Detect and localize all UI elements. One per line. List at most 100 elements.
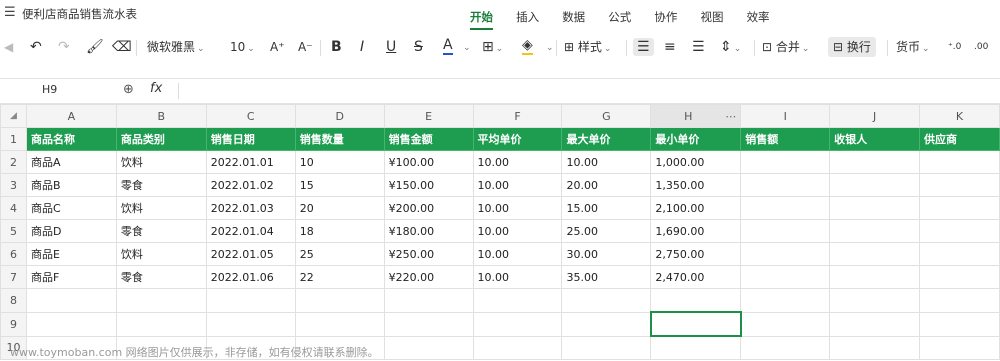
column-header-c[interactable]: C [205,104,296,128]
cell[interactable] [919,288,1000,313]
cell[interactable]: 25.00 [561,219,652,243]
wrap-text-button[interactable]: ⊟ 换行 [828,37,876,57]
cell[interactable]: 10.00 [472,265,563,289]
cell[interactable] [919,150,1000,174]
cell[interactable] [294,311,385,337]
column-header-a[interactable]: A [25,104,117,128]
tab-view[interactable]: 视图 [700,9,723,25]
cell[interactable] [919,335,1000,360]
selected-cell[interactable] [649,311,742,337]
zoom-search-icon[interactable]: ⊕ [123,82,134,97]
cell[interactable] [25,288,117,313]
column-header-j[interactable]: J [829,104,921,128]
currency-format-select[interactable]: 货币 ⌄ [896,38,930,58]
cell[interactable]: 1,350.00 [650,173,742,197]
cell[interactable] [740,196,831,220]
cell[interactable]: ¥200.00 [383,196,474,220]
tab-formula[interactable]: 公式 [608,9,631,25]
clear-format-icon[interactable]: ⌫ [112,38,132,56]
header-cell[interactable]: 销售金额 [383,127,474,151]
column-header-b[interactable]: B [115,104,207,128]
cell[interactable]: 饮料 [115,242,207,266]
cell[interactable]: ¥100.00 [383,150,474,174]
cell[interactable]: 10.00 [472,173,563,197]
align-center-icon[interactable]: ≡ [664,38,676,56]
cell[interactable] [740,242,831,266]
cell[interactable] [383,311,474,337]
cell[interactable]: 10.00 [472,150,563,174]
column-header-e[interactable]: E [383,104,474,128]
cell[interactable]: 零食 [115,173,207,197]
cell[interactable]: 22 [294,265,385,289]
cell[interactable]: 1,690.00 [650,219,742,243]
cell[interactable] [919,242,1000,266]
column-header-k[interactable]: K [919,104,1000,128]
tab-collaborate[interactable]: 协作 [654,9,677,25]
cell[interactable] [740,288,831,313]
cell[interactable] [740,219,831,243]
cell[interactable] [829,219,921,243]
italic-button[interactable]: I [360,38,364,56]
tab-start[interactable]: 开始 [470,9,493,30]
cell[interactable]: 2022.01.05 [205,242,296,266]
cell[interactable]: 2,750.00 [650,242,742,266]
header-cell[interactable]: 收银人 [829,127,921,151]
column-header-d[interactable]: D [294,104,385,128]
font-color-button[interactable]: A [443,38,453,55]
header-cell[interactable]: 商品类别 [115,127,207,151]
borders-icon[interactable]: ⊞ ⌄ [482,38,503,58]
cell[interactable] [472,311,563,337]
cell[interactable] [829,150,921,174]
cell[interactable] [829,311,921,337]
format-painter-icon[interactable]: 🖌 [86,38,104,56]
row-header[interactable]: 2 [0,150,27,174]
cell[interactable]: 2,100.00 [650,196,742,220]
cell[interactable] [740,265,831,289]
cell[interactable] [25,311,117,337]
header-cell[interactable]: 销售数量 [294,127,385,151]
tab-insert[interactable]: 插入 [516,9,539,25]
column-header-i[interactable]: I [740,104,831,128]
header-cell[interactable]: 销售日期 [205,127,296,151]
row-header[interactable]: 4 [0,196,27,220]
increase-font-icon[interactable]: A⁺ [270,38,285,56]
decrease-decimal-icon[interactable]: .00 [974,38,988,56]
cell[interactable] [472,335,563,360]
header-cell[interactable]: 商品名称 [25,127,117,151]
increase-decimal-icon[interactable]: ⁺.0 [948,38,961,56]
row-header[interactable]: 6 [0,242,27,266]
cell[interactable]: 35.00 [561,265,652,289]
cell[interactable] [383,335,474,360]
cell[interactable]: 商品A [25,150,117,174]
cell[interactable]: 10.00 [472,196,563,220]
underline-button[interactable]: U [386,38,396,56]
row-header[interactable]: 8 [0,288,27,313]
redo-icon[interactable]: ↷ [58,38,70,56]
vertical-align-icon[interactable]: ⇕ ⌄ [720,38,741,58]
cell[interactable]: 饮料 [115,150,207,174]
cell[interactable]: 2022.01.01 [205,150,296,174]
scroll-left-icon[interactable]: ◀ [4,38,13,56]
cell[interactable]: ¥250.00 [383,242,474,266]
cell[interactable]: 2022.01.02 [205,173,296,197]
cell[interactable]: 商品F [25,265,117,289]
cell[interactable]: 10.00 [561,150,652,174]
cell[interactable] [829,173,921,197]
font-name-select[interactable]: 微软雅黑 ⌄ [147,38,205,58]
cell[interactable] [919,219,1000,243]
merge-button[interactable]: ⊡ 合并 ⌄ [762,38,809,58]
cell[interactable] [829,196,921,220]
column-header-g[interactable]: G [561,104,652,128]
cell[interactable] [383,288,474,313]
cell[interactable] [561,288,652,313]
cell[interactable] [829,288,921,313]
strikethrough-button[interactable]: S [414,38,423,56]
cell[interactable]: 10 [294,150,385,174]
column-header-h[interactable]: H ⋯ [650,104,742,128]
select-all-corner[interactable]: ◢ [0,104,27,128]
tab-efficiency[interactable]: 效率 [747,9,770,25]
cell[interactable] [650,335,742,360]
cell[interactable]: 18 [294,219,385,243]
row-header[interactable]: 9 [0,311,27,337]
cell[interactable]: 2,470.00 [650,265,742,289]
